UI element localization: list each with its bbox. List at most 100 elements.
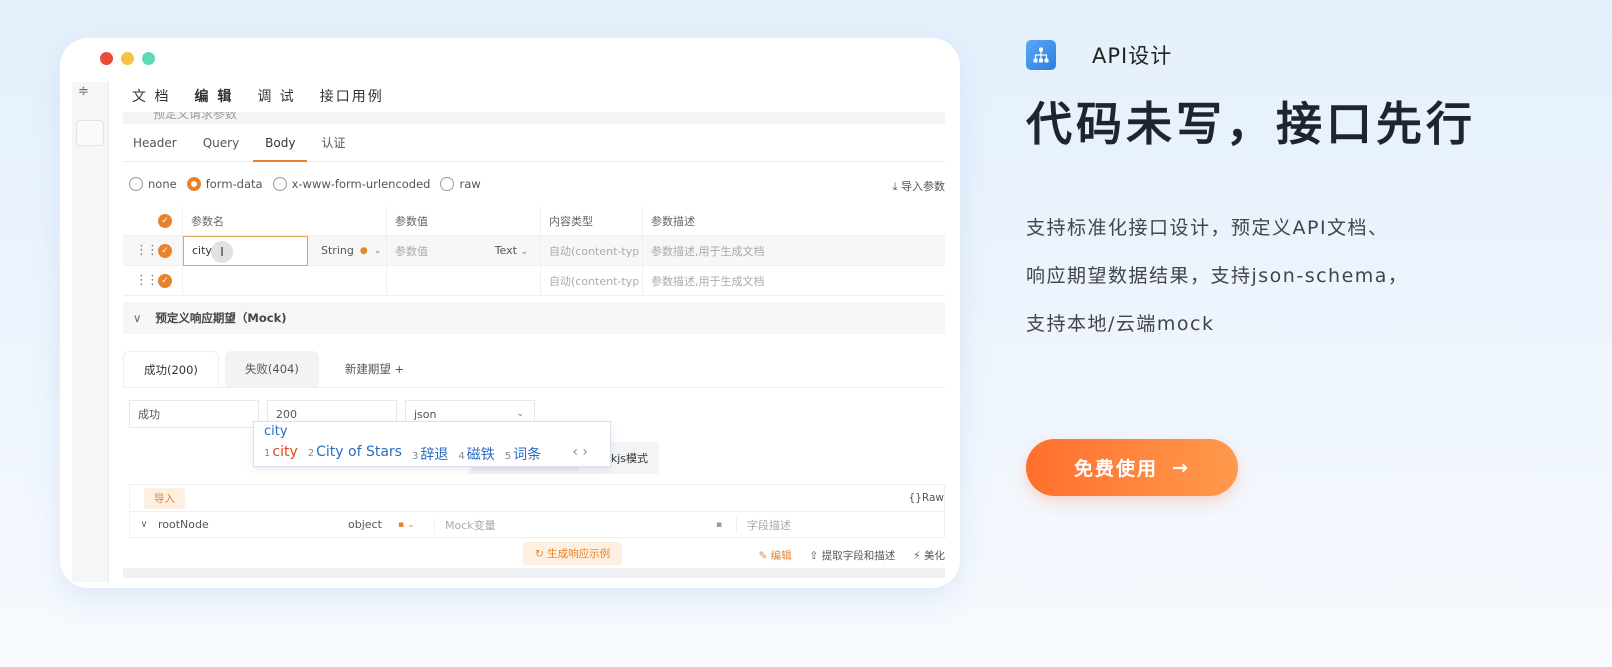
radio-circle (272, 177, 287, 191)
root-node-name[interactable]: rootNode (158, 518, 348, 531)
app-window: ≑ 文 档 编 辑 调 试 接口用例 预定义请求参数 Header Query … (60, 38, 960, 588)
radio-label: none (148, 177, 177, 191)
hero-description: 支持标准化接口设计，预定义API文档、 响应期望数据结果，支持json-sche… (1026, 204, 1586, 348)
extract-button[interactable]: ⇧ 提取字段和描述 (810, 548, 896, 563)
row-checkbox[interactable]: ✓ (158, 273, 172, 288)
expectation-name-input[interactable]: 成功 (129, 400, 259, 428)
content-type-select[interactable]: Text ⌄ (495, 244, 528, 257)
tab-edit[interactable]: 编 辑 (194, 86, 233, 106)
pencil-icon: ✎ (758, 550, 768, 562)
refresh-icon: ↻ (535, 548, 544, 560)
select-all-cell: ✓ (123, 206, 183, 235)
ime-candidate[interactable]: 3 辞退 (412, 444, 448, 464)
tab-docs[interactable]: 文 档 (132, 86, 170, 106)
beautify-button[interactable]: ⚡ 美化 (913, 548, 945, 563)
row-checkbox[interactable]: ✓ (158, 243, 172, 258)
col-description: 参数描述 (651, 214, 695, 228)
generate-example-button[interactable]: ↻ 生成响应示例 (523, 542, 623, 565)
sort-toggle-icon[interactable]: ≑ (78, 84, 89, 99)
candidate-number: 3 (411, 451, 419, 462)
tab-query[interactable]: Query (203, 136, 239, 150)
close-dot[interactable] (100, 52, 113, 65)
mock-tabs: 成功(200) 失败(404) 新建期望 + (123, 346, 945, 388)
import-params-button[interactable]: ⤓ 导入参数 (893, 178, 945, 194)
radio-raw[interactable]: raw (440, 177, 481, 191)
new-expectation-button[interactable]: 新建期望 + (325, 351, 424, 387)
tab-fail[interactable]: 失败(404) (224, 351, 319, 387)
param-name-input[interactable]: city I (183, 235, 308, 266)
radio-urlencoded[interactable]: x-www-form-urlencoded (272, 177, 431, 191)
import-button[interactable]: 导入 (144, 487, 185, 509)
edit-button[interactable]: ✎ 编辑 (758, 548, 791, 563)
maximize-dot[interactable] (142, 52, 155, 65)
tab-debug[interactable]: 调 试 (257, 86, 295, 106)
params-header-row: ✓ 参数名 参数值 内容类型 参数描述 (123, 206, 945, 236)
top-tabs: 文 档 编 辑 调 试 接口用例 (132, 86, 384, 106)
candidate-text: City of Stars (316, 444, 402, 460)
edit-label: 编辑 (770, 550, 792, 562)
radio-form-data[interactable]: form-data (186, 177, 263, 191)
body-type-radios: none form-data x-www-form-urlencoded raw… (123, 162, 945, 206)
request-params-section: 预定义请求参数 (123, 112, 945, 124)
free-trial-button[interactable]: 免费使用 → (1026, 439, 1238, 496)
drag-handle-icon[interactable]: ⋮⋮ (135, 273, 159, 288)
row-controls: ⋮⋮ ✓ (123, 266, 183, 295)
candidate-number: 4 (458, 451, 465, 462)
radio-label: x-www-form-urlencoded (291, 177, 431, 191)
tab-body[interactable]: Body (253, 136, 308, 162)
content-type-cell[interactable]: 自动(content-typ (541, 266, 643, 295)
generate-label: 生成响应示例 (547, 548, 611, 560)
upload-icon: ⇧ (809, 550, 819, 562)
settings-icon[interactable]: ▪ (716, 520, 736, 530)
candidate-number: 5 (504, 451, 512, 462)
raw-toggle[interactable]: {}Raw (909, 492, 944, 504)
description-cell[interactable]: 参数描述,用于生成文档 (643, 236, 945, 265)
ime-candidate[interactable]: 2 City of Stars (308, 444, 402, 464)
import-params-label: 导入参数 (901, 180, 945, 193)
table-row: ⋮⋮ ✓ 自动(content-typ 参数描述,用于生成文档 (123, 266, 945, 296)
candidate-number: 1 (264, 448, 271, 459)
mock-section-header[interactable]: ∨ 预定义响应期望（Mock) (123, 302, 945, 334)
value-cell[interactable] (387, 266, 541, 295)
ime-candidates: 1 city 2 City of Stars 3 辞退 4 磁铁 5 词条 (264, 444, 541, 464)
candidate-text: 辞退 (420, 447, 449, 463)
table-row: ⋮⋮ ✓ city I String ● ⌄ 参数值 Text ⌄ 自动(content-… (123, 235, 945, 266)
ime-candidate[interactable]: 4 磁铁 (458, 444, 494, 464)
radio-label: form-data (205, 177, 263, 191)
chevron-down-icon: ⌄ (516, 409, 524, 419)
candidate-text: 词条 (513, 447, 542, 463)
chevron-down-icon[interactable]: ∨ (130, 519, 158, 530)
required-dot-icon: ● (359, 245, 368, 256)
description-cell[interactable]: 参数描述,用于生成文档 (643, 266, 945, 295)
api-design-icon (1026, 40, 1056, 70)
feature-badge-row: API设计 (1026, 40, 1586, 70)
drag-handle-icon[interactable]: ⋮⋮ (135, 243, 159, 258)
chevron-down-icon: ⌄ (520, 247, 528, 257)
candidate-text: 磁铁 (466, 447, 495, 463)
minimize-dot[interactable] (121, 52, 134, 65)
ime-candidate[interactable]: 5 词条 (505, 444, 541, 464)
value-cell[interactable]: 参数值 Text ⌄ (387, 236, 541, 265)
value-placeholder: 参数值 (395, 244, 428, 258)
hero-title: 代码未写，接口先行 (1026, 97, 1476, 151)
tab-cases[interactable]: 接口用例 (320, 86, 384, 106)
type-cell[interactable]: String ● ⌄ (313, 236, 387, 265)
tab-header[interactable]: Header (133, 136, 177, 150)
field-description-input[interactable]: 字段描述 (736, 516, 944, 533)
select-all-checkbox[interactable]: ✓ (158, 213, 172, 228)
tab-success[interactable]: 成功(200) (123, 351, 219, 387)
required-dot-icon: ▪ ⌄ (398, 519, 415, 530)
mock-variable-input[interactable]: Mock变量 (434, 516, 716, 533)
bottom-actions: ↻ 生成响应示例 ✎ 编辑 ⇧ 提取字段和描述 ⚡ 美化 (123, 538, 945, 568)
radio-none[interactable]: none (129, 177, 177, 191)
ime-candidate[interactable]: 1 city (264, 444, 298, 464)
root-node-type[interactable]: object (348, 518, 398, 531)
tab-auth[interactable]: 认证 (321, 134, 345, 151)
ime-page-arrows[interactable]: ‹ › (572, 444, 588, 460)
mock-section-title: 预定义响应期望（Mock) (155, 311, 287, 325)
hierarchy-icon (1033, 47, 1049, 63)
name-cell[interactable] (183, 266, 387, 295)
cta-label: 免费使用 (1074, 458, 1159, 480)
content-type-cell[interactable]: 自动(content-typ (541, 236, 643, 265)
ime-candidate-popup: city 1 city 2 City of Stars 3 辞退 4 磁铁 5 词条 ‹ … (253, 421, 611, 467)
